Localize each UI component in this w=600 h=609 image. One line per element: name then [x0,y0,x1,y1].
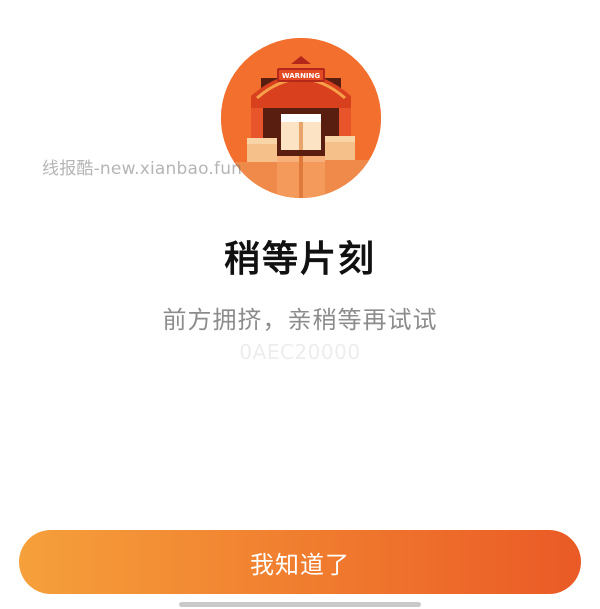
dialog-title: 稍等片刻 [223,239,376,280]
dialog-message: 前方拥挤，亲稍等再试试 [162,306,438,334]
warning-storefront-illustration: WARNING [221,38,381,198]
busy-dialog: WARNING 线报酷-new.xianbao.fun 稍等片刻 前方拥挤，亲稍… [0,0,600,609]
error-code: 0AEC20000 [239,340,361,364]
got-it-button-label: 我知道了 [250,550,350,579]
watermark-text: 线报酷-new.xianbao.fun [42,159,243,179]
warning-sign-text: WARNING [282,72,321,80]
storefront-icon: WARNING [221,38,381,198]
got-it-button[interactable]: 我知道了 [19,530,581,594]
home-indicator[interactable] [179,602,421,607]
